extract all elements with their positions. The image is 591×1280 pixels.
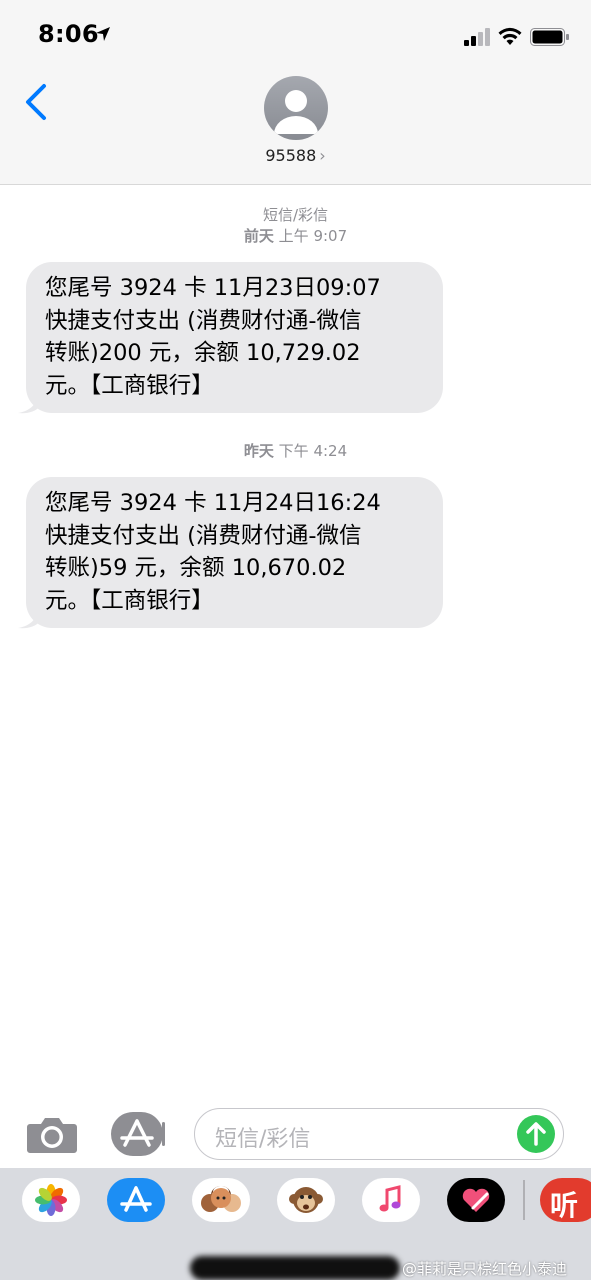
redacted-region <box>190 1256 400 1280</box>
timestamp-time: 下午 4:24 <box>278 442 348 460</box>
send-button[interactable] <box>517 1115 555 1153</box>
timestamp-time: 上午 9:07 <box>278 227 348 245</box>
music-icon <box>379 1185 401 1212</box>
app-drawer: 听 @菲莉是只棕红色小泰迪 <box>0 1168 591 1280</box>
compose-bar: 短信/彩信 <box>0 1100 591 1168</box>
timestamp-day: 前天 <box>243 227 274 245</box>
photos-icon <box>35 1184 67 1216</box>
status-bar: 8:06 <box>0 0 591 72</box>
timestamp: 昨天 下午 4:24 <box>0 441 591 462</box>
memoji-icon <box>201 1186 241 1212</box>
message-bubble[interactable]: 您尾号 3924 卡 11月23日09:07 快捷支付支出 (消费财付通-微信 … <box>26 262 443 413</box>
battery-icon <box>530 28 569 46</box>
chevron-right-icon: › <box>319 146 326 165</box>
person-silhouette-icon <box>274 90 318 134</box>
memoji-app-button[interactable] <box>192 1178 250 1222</box>
photos-app-button[interactable] <box>22 1178 80 1222</box>
drawer-divider <box>523 1180 525 1220</box>
cellular-signal-icon <box>464 28 490 46</box>
app-store-app-button[interactable] <box>107 1178 165 1222</box>
animoji-app-button[interactable] <box>277 1178 335 1222</box>
contact-avatar[interactable] <box>264 76 328 140</box>
digital-touch-icon <box>462 1188 490 1212</box>
message-bubble[interactable]: 您尾号 3924 卡 11月24日16:24 快捷支付支出 (消费财付通-微信 … <box>26 477 443 628</box>
message-service-label: 短信/彩信 <box>262 206 329 224</box>
watermark: @菲莉是只棕红色小泰迪 <box>402 1260 568 1278</box>
contact-name-button[interactable]: 95588 › <box>0 146 591 165</box>
ting-icon: 听 <box>550 1189 579 1222</box>
message-input[interactable]: 短信/彩信 <box>194 1108 564 1160</box>
app-store-icon[interactable] <box>110 1112 166 1156</box>
timestamp-day: 昨天 <box>243 442 274 460</box>
status-time: 8:06 <box>38 20 99 48</box>
message-input-placeholder: 短信/彩信 <box>215 1127 311 1152</box>
conversation-header: 95588 › <box>0 72 591 185</box>
arrow-up-icon <box>526 1122 546 1146</box>
app-store-icon <box>120 1186 152 1212</box>
camera-icon[interactable] <box>26 1114 78 1154</box>
digital-touch-app-button[interactable] <box>447 1178 505 1222</box>
location-arrow-icon <box>96 27 110 41</box>
timestamp: 前天 上午 9:07 <box>0 226 591 247</box>
music-app-button[interactable] <box>362 1178 420 1222</box>
contact-number: 95588 <box>265 146 317 165</box>
wifi-icon <box>498 27 522 45</box>
animoji-monkey-icon <box>289 1187 323 1213</box>
ting-app-button[interactable]: 听 <box>540 1178 591 1222</box>
back-chevron-icon[interactable] <box>22 82 50 122</box>
